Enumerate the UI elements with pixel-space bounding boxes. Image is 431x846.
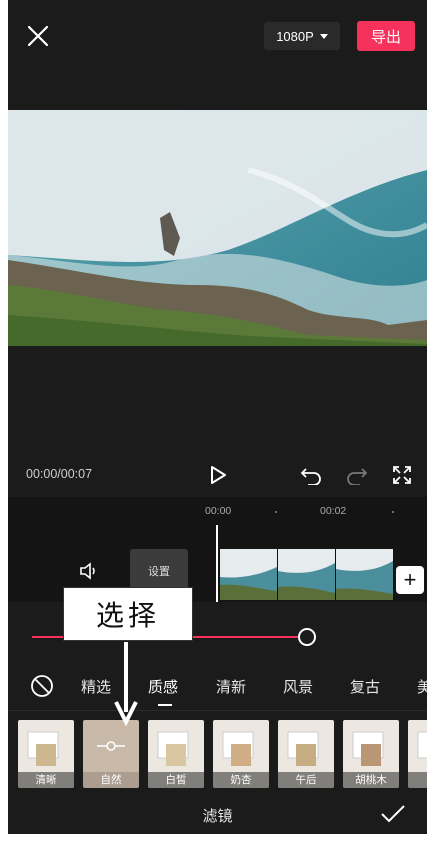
filter-label: 自然 (83, 772, 139, 788)
clip-frame (278, 549, 336, 600)
confirm-check-icon[interactable] (380, 803, 406, 830)
tab-scenery[interactable]: 风景 (283, 676, 313, 697)
filter-label: 胡桃木 (343, 772, 399, 788)
filter-label: 清晰 (18, 772, 74, 788)
filter-label: 白皙 (148, 772, 204, 788)
export-button[interactable]: 导出 (357, 21, 415, 51)
annotation-callout: 选择 (63, 587, 193, 641)
speaker-icon[interactable] (78, 561, 98, 586)
filter-list: 清晰 自然 白皙 奶杏 午后 胡桃木 M (8, 720, 427, 790)
preview-image (8, 110, 427, 346)
tab-more[interactable]: 美 (417, 676, 427, 697)
tab-retro[interactable]: 复古 (350, 676, 380, 697)
active-tab-indicator (158, 704, 172, 706)
top-bar: 1080P 导出 (8, 0, 427, 110)
tick-label: 00:02 (320, 505, 347, 517)
video-preview (8, 110, 427, 346)
close-icon[interactable] (26, 24, 50, 48)
filter-category-tabs: 精选 质感 清新 风景 复古 美 (8, 666, 427, 710)
filter-item-selected[interactable]: 自然 (83, 720, 139, 788)
bottom-bar: 滤镜 (8, 795, 427, 834)
filter-item[interactable]: 午后 (278, 720, 334, 788)
redo-icon[interactable] (346, 465, 368, 490)
undo-icon[interactable] (300, 465, 322, 490)
filter-item[interactable]: 胡桃木 (343, 720, 399, 788)
resolution-dropdown[interactable]: 1080P (264, 22, 340, 50)
divider (8, 710, 427, 711)
filter-item[interactable]: 白皙 (148, 720, 204, 788)
panel-title: 滤镜 (202, 808, 233, 825)
add-clip-button[interactable]: + (396, 566, 424, 594)
caret-down-icon (319, 33, 328, 39)
filter-item[interactable]: 奶杏 (213, 720, 269, 788)
clip-frame (220, 549, 278, 600)
filter-label: M (408, 772, 427, 788)
clip-frame (336, 549, 394, 600)
app-screen: 1080P 导出 00:00/00:07 00:00 00:02 设置 + 精选… (8, 0, 427, 834)
time-readout: 00:00/00:07 (26, 467, 93, 481)
video-clip-track[interactable] (220, 549, 410, 600)
slider-adjust-icon (97, 741, 125, 751)
tab-fresh[interactable]: 清新 (216, 676, 246, 697)
slider-knob[interactable] (298, 628, 316, 646)
play-icon[interactable] (208, 465, 228, 490)
no-filter-icon[interactable] (30, 674, 54, 703)
player-controls: 00:00/00:07 (8, 455, 427, 495)
tab-featured[interactable]: 精选 (81, 676, 111, 697)
filter-label: 奶杏 (213, 772, 269, 788)
resolution-label: 1080P (276, 28, 314, 44)
playhead[interactable] (216, 525, 218, 603)
set-cover-label: 设置 (148, 566, 170, 578)
tick-dot (275, 511, 277, 513)
filter-item[interactable]: 清晰 (18, 720, 74, 788)
tab-texture[interactable]: 质感 (148, 676, 178, 697)
filter-item[interactable]: M (408, 720, 427, 788)
filter-label: 午后 (278, 772, 334, 788)
fullscreen-icon[interactable] (392, 465, 412, 490)
tick-dot (392, 511, 394, 513)
annotation-arrow (114, 642, 138, 726)
tick-label: 00:00 (205, 505, 232, 517)
